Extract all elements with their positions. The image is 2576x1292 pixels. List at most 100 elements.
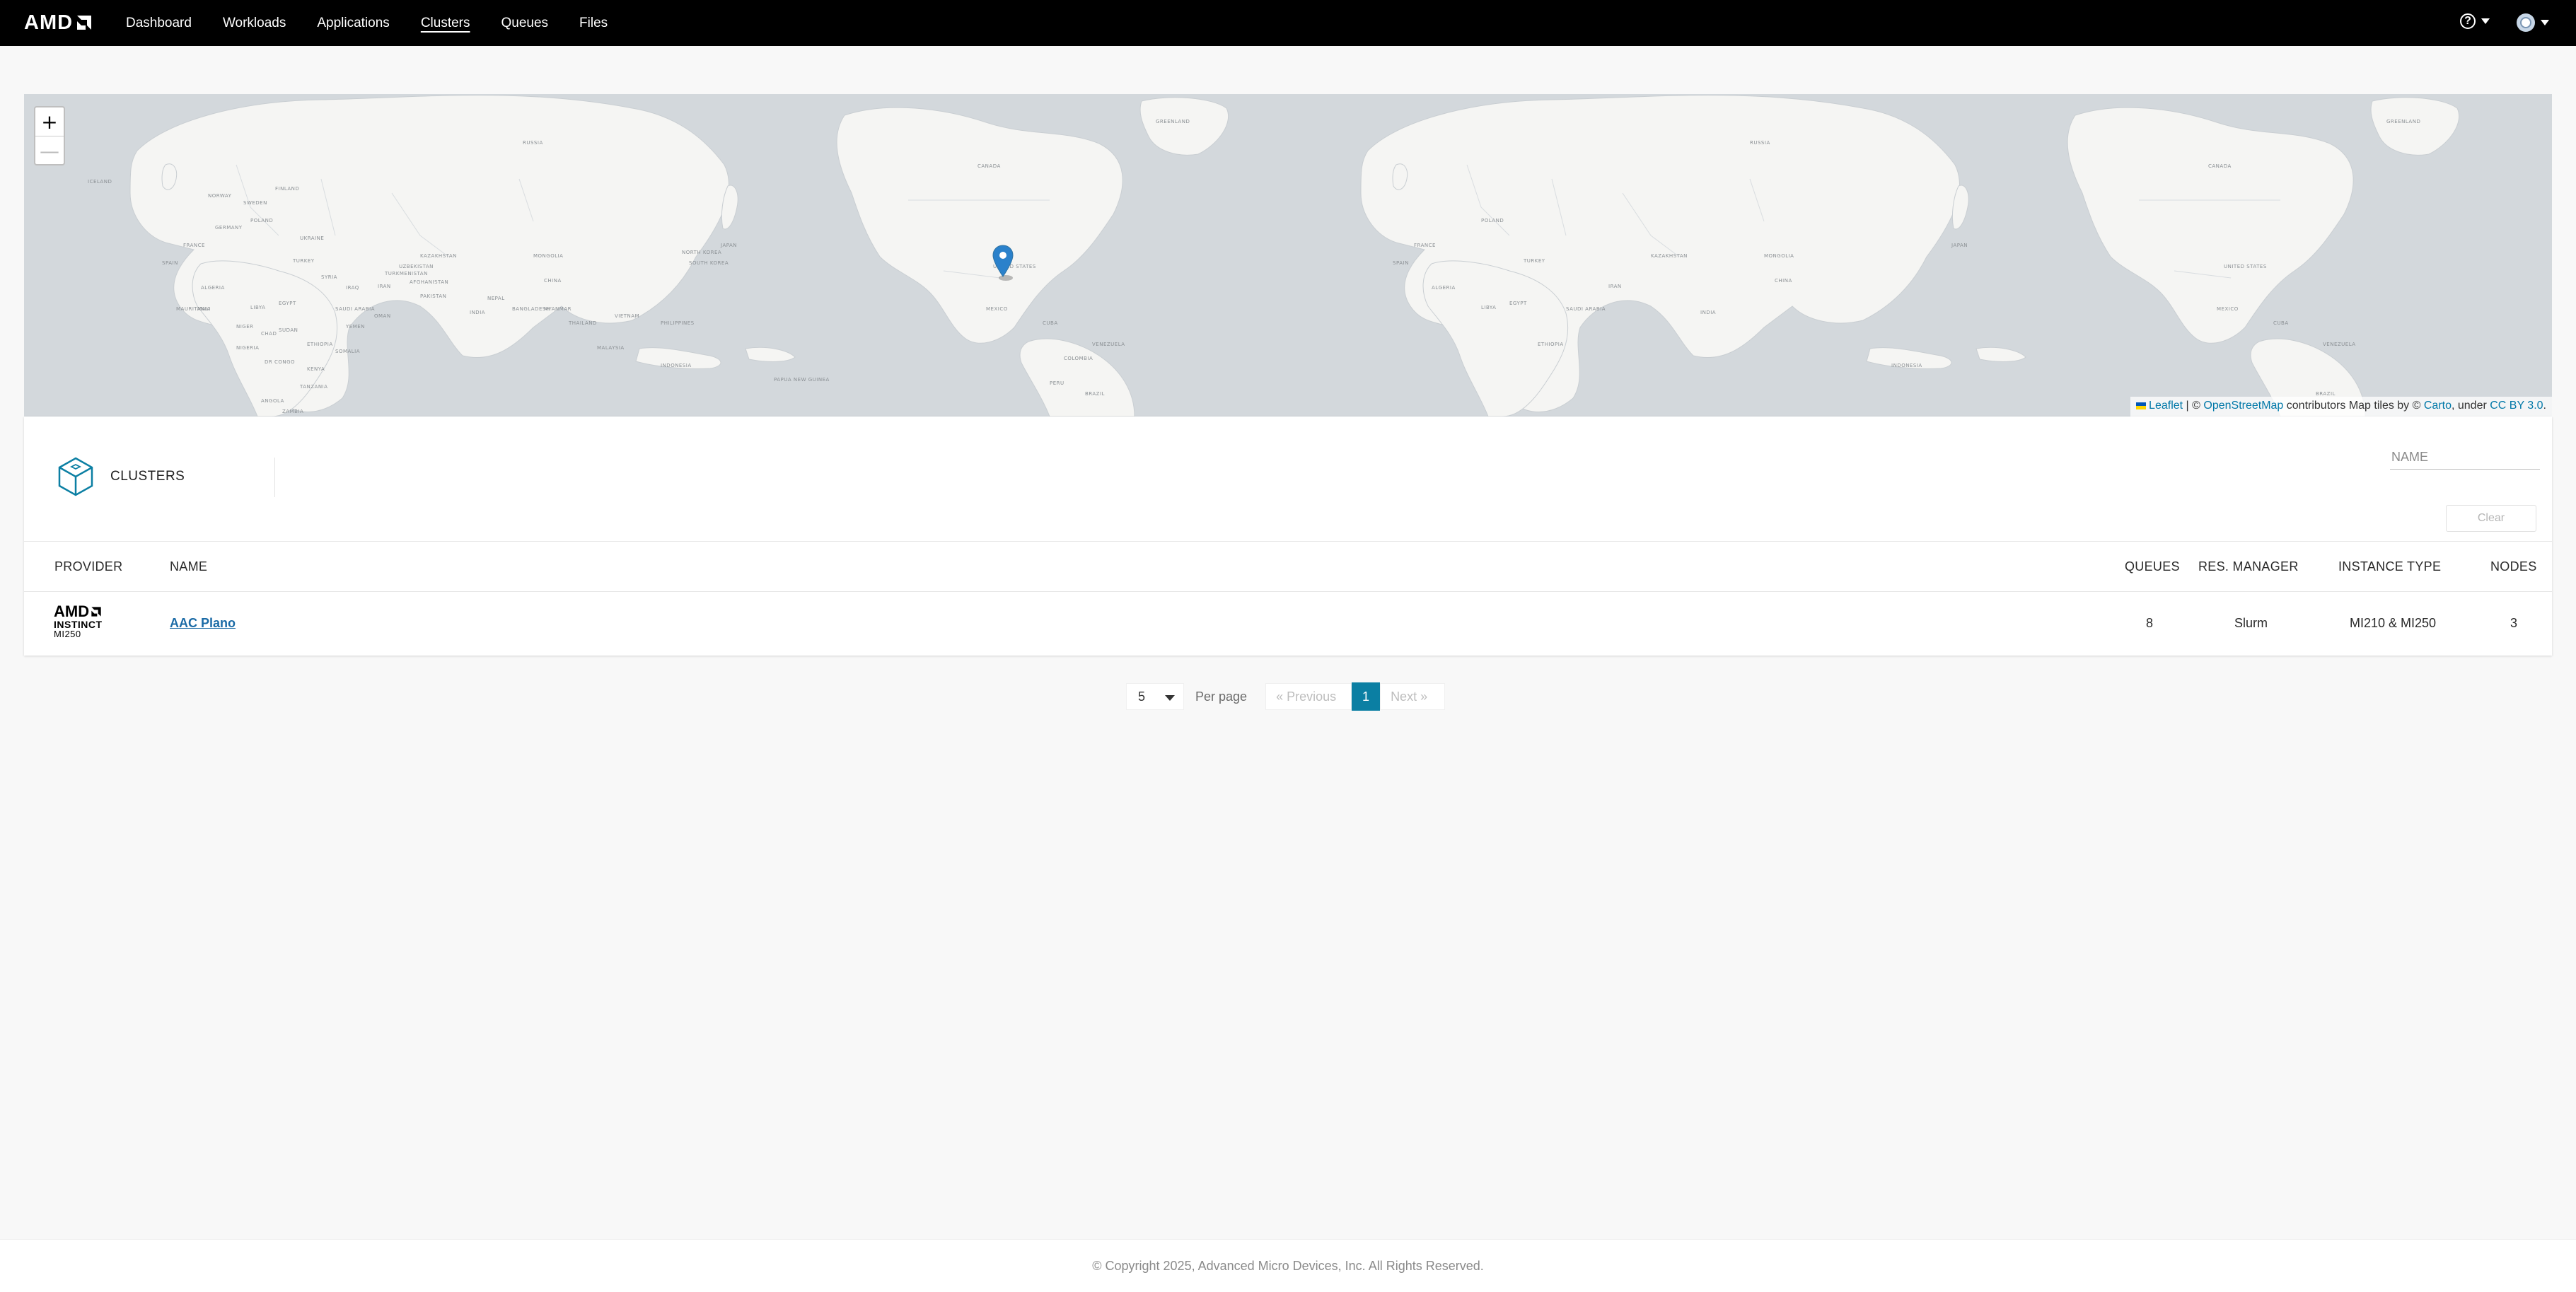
map-label: SWEDEN bbox=[243, 200, 267, 206]
map-label: CANADA bbox=[2208, 163, 2232, 169]
cell-nodes: 3 bbox=[2510, 616, 2518, 630]
attribution-text: contributors Map tiles by © bbox=[2283, 400, 2424, 412]
zoom-in-button[interactable]: + bbox=[35, 107, 64, 136]
amd-arrow-icon bbox=[77, 16, 92, 30]
map-label: SAUDI ARABIA bbox=[1566, 306, 1606, 312]
cell-instance-type: MI210 & MI250 bbox=[2350, 616, 2437, 630]
column-header-provider[interactable]: PROVIDER bbox=[54, 542, 122, 591]
carto-link[interactable]: Carto bbox=[2424, 400, 2452, 412]
provider-brand: AMD bbox=[54, 603, 90, 620]
map-label: ICELAND bbox=[88, 179, 112, 185]
openstreetmap-link[interactable]: OpenStreetMap bbox=[2203, 400, 2283, 412]
map-label: FRANCE bbox=[1414, 243, 1436, 248]
help-menu[interactable]: ? bbox=[2460, 13, 2490, 29]
world-map-tiles bbox=[129, 95, 2460, 417]
map-label: INDIA bbox=[470, 310, 486, 315]
nav-dashboard[interactable]: Dashboard bbox=[126, 16, 192, 31]
map-label: SYRIA bbox=[321, 274, 337, 280]
avatar bbox=[2517, 13, 2535, 32]
map-label: MONGOLIA bbox=[1764, 253, 1794, 259]
map-label: TURKEY bbox=[1524, 258, 1545, 264]
clear-button[interactable]: Clear bbox=[2446, 505, 2536, 532]
nav-clusters[interactable]: Clusters bbox=[421, 16, 470, 31]
divider bbox=[274, 458, 275, 497]
amd-logo-text: AMD bbox=[24, 11, 74, 34]
map-label: SOUTH KOREA bbox=[689, 260, 729, 266]
map-label: LIBYA bbox=[1481, 305, 1497, 310]
cluster-name-link[interactable]: AAC Plano bbox=[170, 591, 236, 655]
attribution-text: . bbox=[2543, 400, 2546, 412]
column-header-res-manager[interactable]: RES. MANAGER bbox=[2198, 542, 2299, 591]
provider-line2: MI250 bbox=[54, 629, 81, 639]
nav-workloads[interactable]: Workloads bbox=[223, 16, 286, 31]
nav-files[interactable]: Files bbox=[579, 16, 608, 31]
map-label: JAPAN bbox=[1951, 243, 1968, 248]
map-label: SPAIN bbox=[1393, 260, 1409, 266]
map-label: CHAD bbox=[261, 331, 277, 337]
map-label: NEPAL bbox=[487, 296, 505, 301]
attribution-text: , under bbox=[2451, 400, 2490, 412]
map-label: PAKISTAN bbox=[420, 293, 447, 299]
map-label: ALGERIA bbox=[201, 285, 225, 291]
map-label: MONGOLIA bbox=[533, 253, 564, 259]
per-page-value: 5 bbox=[1138, 689, 1146, 704]
pagination: 5 Per page « Previous 1 Next » bbox=[1126, 682, 1446, 711]
map-label: MEXICO bbox=[986, 306, 1008, 312]
column-header-instance-type[interactable]: INSTANCE TYPE bbox=[2338, 542, 2441, 591]
map-label: CUBA bbox=[2273, 320, 2289, 326]
map-label: RUSSIA bbox=[523, 140, 543, 146]
column-header-nodes[interactable]: NODES bbox=[2490, 542, 2537, 591]
map-label: KENYA bbox=[307, 366, 325, 372]
map-label: VENEZUELA bbox=[1092, 342, 1125, 347]
amd-logo[interactable]: AMD bbox=[24, 11, 93, 34]
zoom-out-button[interactable]: — bbox=[35, 136, 64, 165]
map-label: NORWAY bbox=[208, 193, 232, 199]
map-label: NORTH KOREA bbox=[682, 250, 722, 255]
map-label: PERU bbox=[1050, 380, 1064, 386]
provider-logo: AMD INSTINCT MI250 bbox=[54, 604, 117, 644]
copyright-text: © Copyright 2025, Advanced Micro Devices… bbox=[1092, 1259, 1484, 1273]
name-filter-input[interactable]: NAME bbox=[2390, 445, 2540, 470]
footer: © Copyright 2025, Advanced Micro Devices… bbox=[0, 1239, 2576, 1292]
map-label: DR CONGO bbox=[265, 359, 296, 365]
cluster-map[interactable]: RUSSIA CANADA UNITED STATES MEXICO BRAZI… bbox=[24, 94, 2552, 417]
page-title: CLUSTERS bbox=[110, 469, 185, 484]
map-label: VENEZUELA bbox=[2323, 342, 2356, 347]
map-label: POLAND bbox=[1481, 218, 1504, 223]
license-link[interactable]: CC BY 3.0 bbox=[2490, 400, 2543, 412]
map-label: LIBYA bbox=[250, 305, 266, 310]
nav-applications[interactable]: Applications bbox=[317, 16, 389, 31]
map-label: CHINA bbox=[544, 278, 562, 284]
column-header-name[interactable]: NAME bbox=[170, 542, 207, 591]
clusters-header: CLUSTERS NAME Clear bbox=[24, 417, 2552, 541]
map-label: TURKEY bbox=[293, 258, 315, 264]
top-navigation-bar: AMD Dashboard Workloads Applications Clu… bbox=[0, 0, 2576, 46]
chevron-down-icon bbox=[2541, 20, 2549, 25]
table-row[interactable]: AMD INSTINCT MI250 AAC Plano 8 Slurm MI2… bbox=[24, 591, 2552, 655]
map-label: UKRAINE bbox=[300, 235, 325, 241]
current-page-button[interactable]: 1 bbox=[1352, 682, 1381, 711]
map-label: BRAZIL bbox=[2316, 391, 2336, 397]
attribution-text: | © bbox=[2183, 400, 2204, 412]
user-menu[interactable] bbox=[2517, 13, 2549, 32]
amd-arrow-icon bbox=[91, 607, 101, 617]
help-icon: ? bbox=[2460, 13, 2476, 29]
map-label: SOMALIA bbox=[335, 349, 361, 354]
clusters-panel: CLUSTERS NAME Clear PROVIDER NAME QUEUES… bbox=[24, 417, 2552, 656]
map-label: OMAN bbox=[374, 313, 391, 319]
per-page-select[interactable]: 5 bbox=[1126, 683, 1184, 710]
map-label: NIGERIA bbox=[236, 345, 260, 351]
map-label: IRAN bbox=[1608, 284, 1622, 289]
map-label: TANZANIA bbox=[300, 384, 328, 390]
previous-page-button[interactable]: « Previous bbox=[1265, 683, 1352, 710]
map-label: TURKMENISTAN bbox=[385, 271, 428, 277]
column-header-queues[interactable]: QUEUES bbox=[2125, 542, 2180, 591]
next-page-button[interactable]: Next » bbox=[1380, 683, 1446, 710]
map-label: GREENLAND bbox=[1156, 119, 1190, 124]
leaflet-link[interactable]: Leaflet bbox=[2149, 400, 2183, 412]
map-label: ANGOLA bbox=[261, 398, 284, 404]
map-marker-icon[interactable] bbox=[992, 245, 1014, 281]
map-label: FRANCE bbox=[183, 243, 205, 248]
provider-line1: INSTINCT bbox=[54, 619, 103, 630]
nav-queues[interactable]: Queues bbox=[501, 16, 549, 31]
